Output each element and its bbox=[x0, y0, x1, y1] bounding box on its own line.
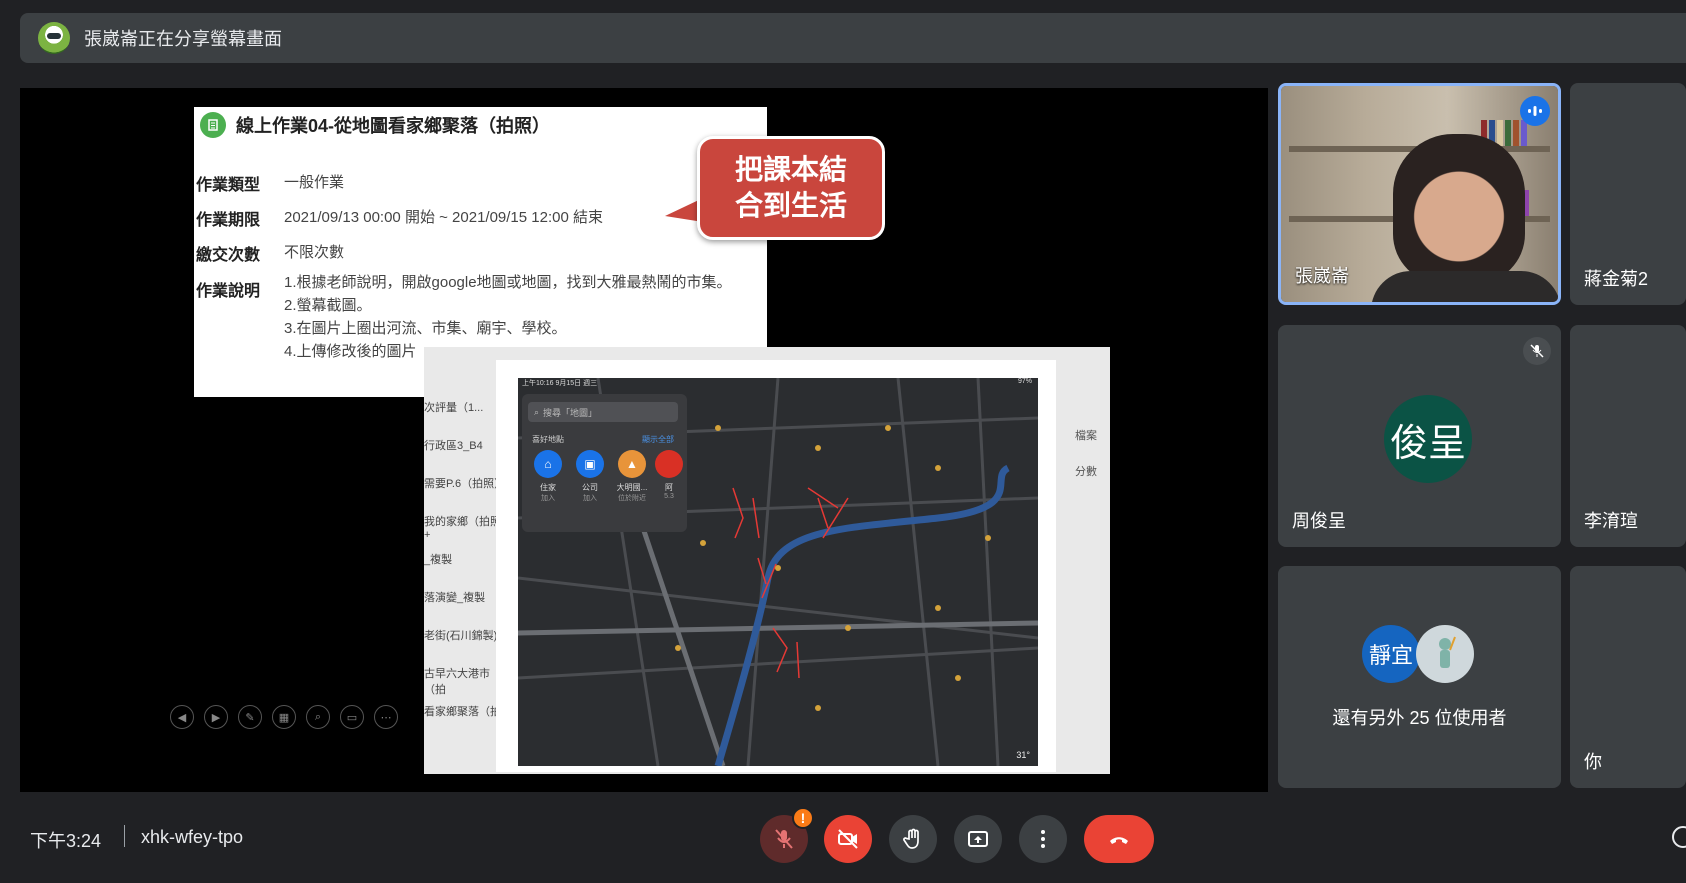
list-item: 次評量（1... bbox=[424, 402, 484, 414]
file-label: 檔案 bbox=[1075, 430, 1097, 442]
favorite-work[interactable]: ▣ 公司 加入 bbox=[570, 450, 610, 503]
assignment-title: 線上作業04-從地圖看家鄉聚落（拍照） bbox=[236, 116, 551, 136]
camera-toggle-button[interactable] bbox=[824, 815, 872, 863]
divider bbox=[124, 825, 125, 847]
slides-grid-icon[interactable]: ▦ bbox=[272, 705, 296, 729]
more-options-icon[interactable]: ⋯ bbox=[374, 705, 398, 729]
share-status-text: 張崴崙正在分享螢幕畫面 bbox=[84, 29, 282, 49]
pen-icon[interactable]: ✎ bbox=[238, 705, 262, 729]
participant-name: 蔣金菊2 bbox=[1584, 269, 1649, 289]
participant-tile-self[interactable]: 你 bbox=[1570, 566, 1686, 788]
map-photo: 上午10:16 9月15日 週三 97% ⌕ 搜尋「地圖」 喜好地點 顯示全部 … bbox=[496, 360, 1056, 772]
meeting-code: xhk-wfey-tpo bbox=[141, 827, 244, 847]
more-participants-text: 還有另外 25 位使用者 bbox=[1332, 708, 1507, 728]
statue-avatar-icon bbox=[1416, 625, 1474, 683]
present-icon bbox=[968, 831, 988, 847]
list-item: 行政區3_B4 bbox=[424, 440, 483, 452]
description-line: 3.在圖片上圈出河流、市集、廟宇、學校。 bbox=[284, 320, 567, 337]
list-item: 落演變_複製 bbox=[424, 592, 486, 604]
others-tile[interactable]: 靜宜 還有另外 25 位使用者 bbox=[1278, 566, 1561, 788]
document-icon bbox=[200, 112, 226, 138]
shared-screen: 線上作業04-從地圖看家鄉聚落（拍照） 作業類型 一般作業 作業期限 2021/… bbox=[20, 88, 1268, 792]
participant-tile[interactable]: 蔣金菊2 bbox=[1570, 83, 1686, 305]
favorites-title: 喜好地點 bbox=[532, 435, 564, 444]
warning-badge: ! bbox=[792, 807, 814, 829]
description-line: 2.螢幕截圖。 bbox=[284, 297, 372, 314]
list-item: 古早六大港市（拍 bbox=[424, 668, 490, 696]
list-item: 我的家鄉（拍照+ bbox=[424, 516, 501, 541]
mic-off-icon bbox=[775, 829, 793, 849]
subtitle-icon[interactable]: ▭ bbox=[340, 705, 364, 729]
next-slide-icon[interactable]: ▶ bbox=[204, 705, 228, 729]
more-vertical-icon bbox=[1041, 830, 1045, 848]
participant-name: 周俊呈 bbox=[1292, 511, 1346, 531]
favorite-other[interactable]: 阿 5.3 bbox=[654, 450, 684, 500]
field-type: 作業類型 一般作業 bbox=[196, 174, 345, 194]
list-item: _複製 bbox=[424, 554, 453, 566]
map-favorites-panel: ⌕ 搜尋「地圖」 喜好地點 顯示全部 ⌂ 住家 加入 ▣ 公司 加入 ▲ 大明國 bbox=[522, 394, 687, 532]
participant-avatar: 靜宜 bbox=[1362, 625, 1420, 683]
description-line: 1.根據老師說明，開啟google地圖或地圖，找到大雅最熱鬧的市集。 bbox=[284, 274, 732, 291]
present-screen-button[interactable] bbox=[954, 815, 1002, 863]
meeting-time: 下午3:24 bbox=[30, 831, 102, 851]
more-options-button[interactable] bbox=[1019, 815, 1067, 863]
search-icon: ⌕ bbox=[534, 406, 540, 417]
favorites-show-all[interactable]: 顯示全部 bbox=[642, 434, 674, 445]
favorite-school[interactable]: ▲ 大明國... 位於附近 bbox=[612, 450, 652, 503]
meeting-toolbar: 下午3:24 xhk-wfey-tpo ! bbox=[0, 805, 1686, 883]
slide-controls: ◀ ▶ ✎ ▦ ⌕ ▭ ⋯ bbox=[170, 705, 398, 729]
participant-avatar: 俊呈 bbox=[1384, 395, 1472, 483]
hand-icon bbox=[903, 828, 919, 849]
map-search-box[interactable]: ⌕ 搜尋「地圖」 bbox=[528, 402, 678, 422]
list-item: 需要P.6（拍照） bbox=[424, 478, 506, 490]
score-label: 分數 bbox=[1075, 466, 1097, 478]
field-submissions: 繳交次數 不限次數 bbox=[196, 244, 345, 264]
speaking-indicator-icon bbox=[1520, 96, 1550, 126]
participant-name: 李淯瑄 bbox=[1584, 511, 1638, 531]
briefcase-icon: ▣ bbox=[576, 450, 604, 478]
field-deadline: 作業期限 2021/09/13 00:00 開始 ~ 2021/09/15 12… bbox=[196, 209, 603, 229]
end-call-button[interactable] bbox=[1084, 815, 1154, 863]
favorite-home[interactable]: ⌂ 住家 加入 bbox=[528, 450, 568, 503]
zoom-icon[interactable]: ⌕ bbox=[306, 705, 330, 729]
device-status-bar: 上午10:16 9月15日 週三 97% bbox=[522, 378, 1032, 387]
meeting-info-icon[interactable] bbox=[1672, 826, 1686, 848]
weather-temperature: 31° bbox=[1016, 750, 1030, 760]
map-screenshot: 上午10:16 9月15日 週三 97% ⌕ 搜尋「地圖」 喜好地點 顯示全部 … bbox=[518, 378, 1038, 766]
screen-share-banner: 張崴崙正在分享螢幕畫面 bbox=[20, 13, 1686, 63]
callout-bubble: 把課本結 合到生活 bbox=[697, 136, 885, 240]
home-icon: ⌂ bbox=[534, 450, 562, 478]
participant-tile-speaker[interactable]: 張崴崙 bbox=[1278, 83, 1561, 305]
assignment-title-row: 線上作業04-從地圖看家鄉聚落（拍照） bbox=[194, 107, 767, 143]
participant-name: 張崴崙 bbox=[1295, 266, 1349, 286]
participant-tile[interactable]: 李淯瑄 bbox=[1570, 325, 1686, 547]
participant-tile[interactable]: 俊呈 周俊呈 bbox=[1278, 325, 1561, 547]
presenter-avatar bbox=[38, 22, 70, 54]
previous-slide-icon[interactable]: ◀ bbox=[170, 705, 194, 729]
raise-hand-button[interactable] bbox=[889, 815, 937, 863]
list-item: 看家鄉聚落（拍 bbox=[424, 706, 501, 718]
list-item: 老街(石川錦製) bbox=[424, 630, 498, 642]
participant-name: 你 bbox=[1584, 752, 1602, 772]
mic-off-icon bbox=[1523, 337, 1551, 365]
place-icon bbox=[655, 450, 683, 478]
phone-hangup-icon bbox=[1110, 837, 1128, 844]
school-icon: ▲ bbox=[618, 450, 646, 478]
camera-off-icon bbox=[838, 829, 858, 849]
